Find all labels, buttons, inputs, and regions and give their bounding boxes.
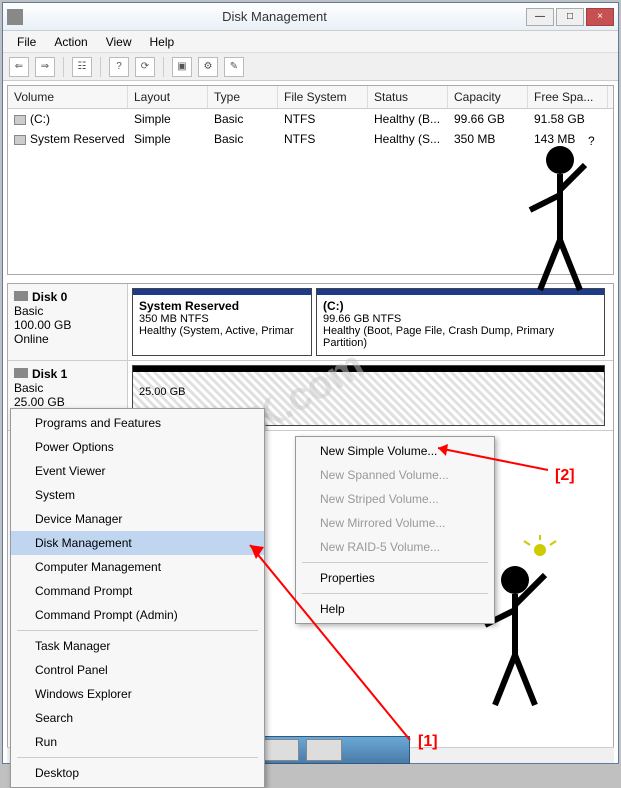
- window-title: Disk Management: [23, 9, 526, 24]
- back-icon[interactable]: ⇐: [9, 57, 29, 77]
- action-icon[interactable]: ▣: [172, 57, 192, 77]
- col-status[interactable]: Status: [368, 86, 448, 108]
- menu-file[interactable]: File: [9, 33, 44, 50]
- cell-free: 91.58 GB: [528, 109, 608, 129]
- cell-fs: NTFS: [278, 129, 368, 149]
- view-icon[interactable]: ☷: [72, 57, 92, 77]
- maximize-button[interactable]: □: [556, 8, 584, 26]
- thinking-figure-icon: ?: [500, 130, 610, 330]
- menubar: File Action View Help: [3, 31, 618, 53]
- cell-capacity: 99.66 GB: [448, 109, 528, 129]
- disk-size: 25.00 GB: [14, 395, 121, 409]
- menu-command-prompt[interactable]: Command Prompt: [11, 579, 264, 603]
- arrow-one: [240, 535, 420, 745]
- titlebar[interactable]: Disk Management — □ ×: [3, 3, 618, 31]
- forward-icon[interactable]: ⇒: [35, 57, 55, 77]
- cell-volume: (C:): [8, 109, 128, 129]
- col-volume[interactable]: Volume: [8, 86, 128, 108]
- partition-color-bar: [133, 366, 604, 372]
- disk-icon: [14, 291, 28, 301]
- disk-type: Basic: [14, 381, 121, 395]
- partition-system-reserved[interactable]: System Reserved 350 MB NTFS Healthy (Sys…: [132, 288, 312, 356]
- partition-status: Healthy (System, Active, Primar: [139, 325, 305, 337]
- menu-programs-features[interactable]: Programs and Features: [11, 411, 264, 435]
- winx-menu[interactable]: Programs and Features Power Options Even…: [10, 408, 265, 788]
- app-icon: [7, 9, 23, 25]
- separator: [163, 57, 164, 77]
- disk-type: Basic: [14, 304, 121, 318]
- toolbar: ⇐ ⇒ ☷ ? ⟳ ▣ ⚙ ✎: [3, 53, 618, 81]
- help-icon[interactable]: ?: [109, 57, 129, 77]
- annotation-two: [2]: [555, 467, 575, 485]
- svg-text:?: ?: [588, 134, 595, 148]
- col-capacity[interactable]: Capacity: [448, 86, 528, 108]
- menu-search[interactable]: Search: [11, 706, 264, 730]
- partition-title: System Reserved: [139, 299, 305, 313]
- col-layout[interactable]: Layout: [128, 86, 208, 108]
- annotation-one: [1]: [418, 733, 438, 751]
- partition-size: 25.00 GB: [139, 386, 598, 398]
- wizard-icon[interactable]: ✎: [224, 57, 244, 77]
- separator: [63, 57, 64, 77]
- menu-system[interactable]: System: [11, 483, 264, 507]
- cell-status: Healthy (B...: [368, 109, 448, 129]
- disk-name: Disk 0: [32, 290, 67, 304]
- menu-windows-explorer[interactable]: Windows Explorer: [11, 682, 264, 706]
- cell-layout: Simple: [128, 129, 208, 149]
- disk-label[interactable]: Disk 0 Basic 100.00 GB Online: [8, 284, 128, 360]
- volume-header-row: Volume Layout Type File System Status Ca…: [8, 86, 613, 109]
- partition-size: 350 MB NTFS: [139, 313, 305, 325]
- col-type[interactable]: Type: [208, 86, 278, 108]
- cell-fs: NTFS: [278, 109, 368, 129]
- menu-task-manager[interactable]: Task Manager: [11, 634, 264, 658]
- disk-size: 100.00 GB: [14, 318, 121, 332]
- menu-disk-management[interactable]: Disk Management: [11, 531, 264, 555]
- menu-command-prompt-admin[interactable]: Command Prompt (Admin): [11, 603, 264, 627]
- cell-type: Basic: [208, 109, 278, 129]
- window-buttons: — □ ×: [526, 8, 614, 26]
- settings-icon[interactable]: ⚙: [198, 57, 218, 77]
- menu-desktop[interactable]: Desktop: [11, 761, 264, 785]
- menu-view[interactable]: View: [98, 33, 140, 50]
- drive-icon: [14, 115, 26, 125]
- menu-control-panel[interactable]: Control Panel: [11, 658, 264, 682]
- col-filesystem[interactable]: File System: [278, 86, 368, 108]
- disk-name: Disk 1: [32, 367, 67, 381]
- menu-new-striped-volume: New Striped Volume...: [296, 487, 494, 511]
- partition-color-bar: [133, 289, 311, 295]
- menu-action[interactable]: Action: [46, 33, 95, 50]
- menu-new-mirrored-volume: New Mirrored Volume...: [296, 511, 494, 535]
- disk-status: Online: [14, 332, 121, 346]
- menu-help[interactable]: Help: [142, 33, 183, 50]
- drive-icon: [14, 135, 26, 145]
- menu-event-viewer[interactable]: Event Viewer: [11, 459, 264, 483]
- cell-status: Healthy (S...: [368, 129, 448, 149]
- col-freespace[interactable]: Free Spa...: [528, 86, 608, 108]
- cell-volume: System Reserved: [8, 129, 128, 149]
- arrow-two: [428, 440, 558, 480]
- cell-layout: Simple: [128, 109, 208, 129]
- menu-power-options[interactable]: Power Options: [11, 435, 264, 459]
- cell-type: Basic: [208, 129, 278, 149]
- separator: [100, 57, 101, 77]
- menu-device-manager[interactable]: Device Manager: [11, 507, 264, 531]
- menu-separator: [17, 630, 258, 631]
- menu-run[interactable]: Run: [11, 730, 264, 754]
- volume-row[interactable]: (C:) Simple Basic NTFS Healthy (B... 99.…: [8, 109, 613, 129]
- menu-separator: [17, 757, 258, 758]
- disk-icon: [14, 368, 28, 378]
- menu-computer-management[interactable]: Computer Management: [11, 555, 264, 579]
- minimize-button[interactable]: —: [526, 8, 554, 26]
- close-button[interactable]: ×: [586, 8, 614, 26]
- refresh-icon[interactable]: ⟳: [135, 57, 155, 77]
